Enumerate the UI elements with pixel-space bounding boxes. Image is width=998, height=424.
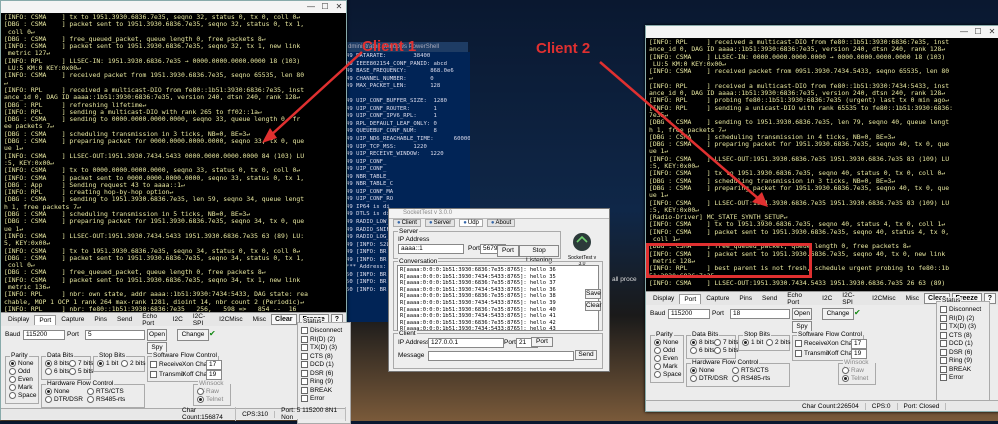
client1-arrow-line [269,51,363,137]
annotation-arrows [262,51,768,207]
client2-arrow-line [599,61,761,201]
client1-label: Client 1 [362,38,417,55]
client2-label: Client 2 [536,40,591,57]
